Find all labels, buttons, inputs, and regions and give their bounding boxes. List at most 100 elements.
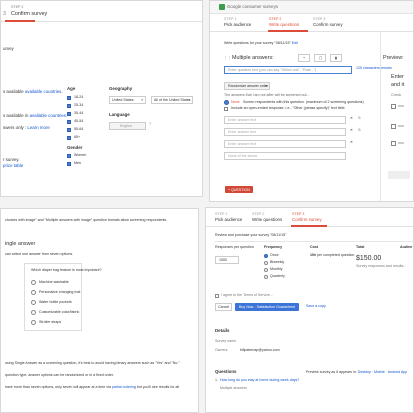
option-radio[interactable] — [31, 280, 36, 285]
screen-option-none: None — [231, 100, 240, 104]
gender-checkbox[interactable] — [67, 162, 71, 166]
gender-title: Gender — [67, 145, 83, 150]
note-screening: using Single Answer as a screening quest… — [5, 361, 180, 365]
screen-note: The answers that I am not after will be … — [224, 93, 310, 97]
none-of-above-input[interactable]: None of the above — [224, 152, 346, 160]
country-select[interactable]: United States ▾ — [109, 96, 146, 104]
gender-checkbox[interactable] — [67, 154, 71, 158]
delete-button[interactable]: ▮ — [330, 54, 342, 62]
age-label: 55-64 — [74, 127, 84, 131]
responses-input[interactable]: 1500 — [215, 256, 239, 264]
option-radio[interactable] — [31, 290, 36, 295]
option-radio[interactable] — [31, 300, 36, 305]
cancel-button[interactable]: Cancel — [215, 303, 232, 311]
gender-label: Men — [74, 161, 81, 165]
learn-more-link[interactable]: Learn more — [27, 125, 49, 130]
frequency-radio[interactable] — [264, 275, 268, 279]
preview-checkbox[interactable] — [391, 124, 396, 129]
age-checkbox[interactable] — [67, 120, 71, 124]
sample-question: Which diaper bag feature is most importa… — [31, 268, 102, 272]
option-label: Personalize changing mat — [39, 290, 81, 294]
question-number: 1. — [215, 378, 218, 382]
step2-name[interactable]: Write questions — [269, 22, 299, 27]
answer-input[interactable]: Enter answer text — [224, 128, 346, 136]
step-title[interactable]: Confirm survey — [11, 11, 47, 17]
option-label: Customizable color/fabric — [39, 310, 80, 314]
owner-email: billpatemap@yahoo.com — [240, 348, 280, 352]
question-input[interactable]: Enter question text (you can say "Which … — [224, 66, 352, 74]
preview-line: and it — [391, 82, 405, 88]
countries-link[interactable]: available countries. — [25, 89, 63, 94]
option-radio[interactable] — [31, 320, 36, 325]
frequency-radio[interactable] — [264, 268, 268, 272]
copy-icon: ▢ — [319, 56, 323, 60]
option-label: Water bottle pockets — [39, 300, 72, 304]
age-label: 65+ — [74, 135, 81, 139]
preview-checkbox[interactable] — [391, 141, 396, 146]
language-title: Language — [109, 112, 130, 117]
age-checkbox[interactable] — [67, 128, 71, 132]
price-table-link[interactable]: price table — [3, 163, 23, 168]
details-title: Details — [215, 328, 230, 333]
drag-handle-icon[interactable]: ⋮⋮ — [224, 56, 231, 61]
add-button[interactable]: + — [298, 54, 310, 62]
age-checkbox[interactable] — [67, 136, 71, 140]
remove-answer-icon[interactable]: ✕ — [350, 128, 353, 133]
remove-answer-icon[interactable]: ✕ — [350, 140, 353, 145]
frequency-option: Quarterly — [270, 274, 285, 278]
countries-text: s available available countries. — [3, 89, 63, 94]
age-checkbox[interactable] — [67, 112, 71, 116]
preview-line: Preview survey as it appears in: Desktop… — [306, 370, 408, 374]
terms-text: I agree to the Terms of Service... — [221, 293, 273, 297]
answer-input[interactable]: Enter answer text — [224, 116, 346, 124]
question-link[interactable]: How long do you stay at home during week… — [220, 378, 299, 383]
step1-name[interactable]: Pick audience — [224, 22, 251, 27]
panel-single-answer: choices with image" and "Multiple answer… — [0, 208, 199, 413]
intro-text: Write questions for your survey "08/11/1… — [224, 41, 298, 45]
buy-now-button[interactable]: Buy Now - Satisfaction Guaranteed — [235, 303, 300, 311]
reorder-icon[interactable]: ⇅ — [358, 116, 361, 121]
terms-checkbox[interactable] — [215, 294, 219, 298]
step1-name[interactable]: Pick audience — [215, 217, 242, 222]
preview-next-button[interactable] — [388, 171, 410, 179]
step2-name[interactable]: Write questions — [252, 217, 282, 222]
age-checkbox[interactable] — [67, 96, 71, 100]
randomize-select[interactable]: Randomize answer order ▾ — [224, 82, 270, 90]
reorder-icon[interactable]: ⇅ — [358, 128, 361, 133]
partial-ordering-link[interactable]: partial ordering — [112, 385, 136, 389]
step3-name[interactable]: Confirm survey — [313, 22, 343, 27]
option-radio[interactable] — [31, 310, 36, 315]
age-label: 25-34 — [74, 103, 84, 107]
instruction: can select one answer from seven options… — [5, 252, 74, 256]
panel-confirm-survey: STEP 1 Pick audience STEP 2 Write questi… — [205, 207, 414, 413]
help-icon[interactable]: ? — [149, 122, 151, 127]
step3-name[interactable]: Confirm survey — [292, 217, 322, 222]
question-type-label: Multiple answers: — [232, 55, 274, 61]
total-desc: Survey responses and results... — [356, 264, 407, 268]
chevron-down-icon: ▾ — [265, 84, 267, 88]
copy-button[interactable]: ▢ — [314, 54, 326, 62]
region-select[interactable]: All of the United States ▾ — [151, 96, 193, 104]
question-type: Multiple answers — [220, 386, 247, 390]
answer-input[interactable]: Enter answer text — [224, 140, 346, 148]
remove-answer-icon[interactable]: ✕ — [350, 116, 353, 121]
save-copy-link[interactable]: Save a copy — [306, 304, 326, 309]
preview-links[interactable]: Desktop · Mobile · Android App — [358, 370, 408, 374]
edit-link[interactable]: Edit — [292, 41, 298, 45]
total-label: Total — [356, 245, 365, 249]
frequency-option: Biweekly — [270, 260, 285, 264]
open-ended-checkbox[interactable] — [224, 107, 228, 111]
screen-radio-none[interactable] — [224, 100, 229, 105]
available-link[interactable]: available countries. — [30, 113, 68, 118]
preview-title: Preview: — [383, 55, 404, 61]
add-question-button[interactable]: + QUESTION — [225, 186, 253, 193]
panel-audience: STEP 2 Confirm survey 3 urvey s availabl… — [0, 0, 203, 197]
frequency-radio[interactable] — [264, 261, 268, 265]
language-select[interactable]: English — [109, 122, 146, 130]
reach-text: swers only : Learn more — [3, 125, 50, 130]
frequency-radio[interactable] — [264, 254, 268, 258]
age-checkbox[interactable] — [67, 104, 71, 108]
questions-title: Questions — [215, 369, 237, 374]
preview-checkbox[interactable] — [391, 104, 396, 109]
option-label: Stroller straps — [39, 320, 62, 324]
